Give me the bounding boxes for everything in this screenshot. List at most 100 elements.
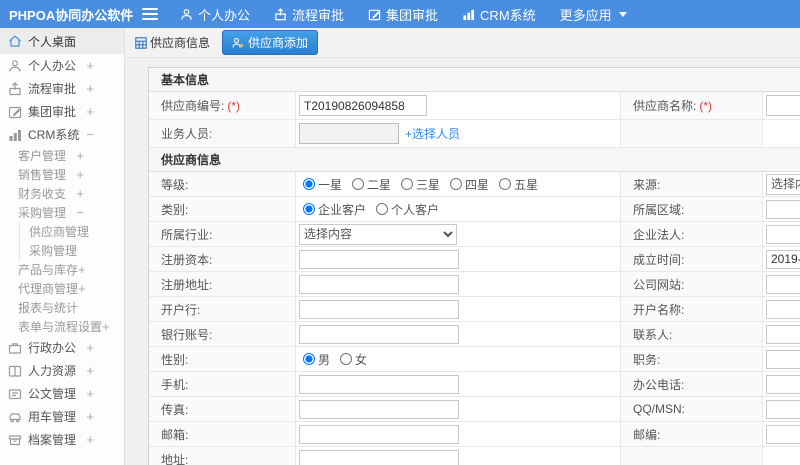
sidebar-subitem-label: 产品与库存	[18, 263, 79, 277]
account-name-input[interactable]	[766, 299, 800, 319]
gender-radio-female[interactable]: 女	[340, 351, 367, 368]
expand-plus-icon[interactable]: +	[76, 168, 84, 181]
field-label: 企业法人:	[633, 227, 685, 242]
nav-item-more-apps[interactable]: 更多应用	[560, 5, 627, 24]
fax-input[interactable]	[299, 399, 459, 419]
expand-plus-icon[interactable]: +	[86, 410, 94, 423]
radio-input[interactable]	[303, 178, 315, 190]
tab-supplier-add-active[interactable]: 供应商添加	[222, 30, 319, 55]
sidebar-subitem-finance[interactable]: 财务收支 +	[0, 184, 124, 203]
nav-item-group-approval[interactable]: 集团审批	[368, 5, 438, 24]
fax-label: 传真:	[149, 397, 296, 421]
sidebar-subitem-purchase-mgmt[interactable]: 采购管理 −	[0, 203, 124, 222]
region-input[interactable]	[766, 199, 800, 219]
nav-item-process-approval[interactable]: 流程审批	[274, 5, 344, 24]
expand-plus-icon[interactable]: +	[102, 320, 110, 333]
nav-item-personal-office[interactable]: 个人办公	[180, 5, 250, 24]
bank-input[interactable]	[299, 299, 459, 319]
source-select[interactable]: 选择内容	[766, 173, 800, 195]
nav-item-crm-system[interactable]: CRM系统	[462, 5, 536, 24]
sidebar-subitem-form-process-settings[interactable]: 表单与流程设置 +	[0, 317, 124, 336]
sidebar-subitem-agent-mgmt[interactable]: 代理商管理 +	[0, 279, 124, 298]
field-label: 邮编:	[633, 427, 661, 442]
email-input[interactable]	[299, 424, 459, 444]
radio-input[interactable]	[376, 203, 389, 215]
tab-supplier-info-list[interactable]: 供应商信息	[135, 34, 210, 51]
radio-input[interactable]	[303, 353, 315, 365]
radio-label: 个人客户	[391, 202, 440, 217]
choose-person-link[interactable]: +选择人员	[405, 125, 460, 142]
radio-input[interactable]	[499, 178, 512, 190]
sidebar-item-administration[interactable]: 行政办公 +	[0, 336, 124, 359]
office-phone-input[interactable]	[766, 374, 800, 394]
category-radio-personal[interactable]: 个人客户	[376, 201, 439, 218]
expand-plus-icon[interactable]: +	[78, 282, 86, 295]
radio-input[interactable]	[450, 178, 463, 190]
sidebar-item-personal-desktop[interactable]: 个人桌面	[0, 28, 124, 54]
expand-plus-icon[interactable]: +	[78, 263, 86, 276]
qq-msn-input[interactable]	[766, 399, 800, 419]
registered-capital-input[interactable]	[299, 249, 459, 269]
level-radio-1star[interactable]: 一星	[303, 176, 342, 193]
industry-select[interactable]: 选择内容	[299, 223, 457, 245]
expand-minus-icon[interactable]: −	[76, 206, 84, 219]
level-radio-5star[interactable]: 五星	[499, 176, 538, 193]
radio-input[interactable]	[303, 203, 315, 215]
bank-account-input[interactable]	[299, 324, 459, 344]
category-radio-enterprise[interactable]: 企业客户	[303, 201, 366, 218]
zip-input[interactable]	[766, 424, 800, 444]
sidebar-item-human-resources[interactable]: 人力资源 +	[0, 359, 124, 382]
expand-minus-icon[interactable]: −	[86, 128, 94, 141]
address-input[interactable]	[299, 449, 459, 465]
level-radio-2star[interactable]: 二星	[352, 176, 391, 193]
gender-radio-male[interactable]: 男	[303, 351, 330, 368]
founded-date-cell	[763, 247, 800, 271]
sidebar-subitem-reports[interactable]: 报表与统计	[0, 298, 124, 317]
expand-plus-icon[interactable]: +	[86, 364, 94, 377]
sidebar-subitem-sales-mgmt[interactable]: 销售管理 +	[0, 165, 124, 184]
registered-address-label: 注册地址:	[149, 272, 296, 296]
expand-plus-icon[interactable]: +	[76, 149, 84, 162]
sidebar-item-crm-system[interactable]: CRM系统 −	[0, 123, 124, 146]
radio-label: 四星	[465, 177, 490, 192]
registered-address-input[interactable]	[299, 274, 459, 294]
position-input[interactable]	[766, 349, 800, 369]
sidebar-item-vehicle-mgmt[interactable]: 用车管理 +	[0, 405, 124, 428]
supplier-name-input[interactable]	[766, 95, 800, 116]
founded-date-input[interactable]	[766, 249, 800, 269]
website-input[interactable]	[766, 274, 800, 294]
radio-input[interactable]	[401, 178, 414, 190]
expand-plus-icon[interactable]: +	[86, 105, 94, 118]
level-radio-4star[interactable]: 四星	[450, 176, 489, 193]
crm-submenu: 客户管理 + 销售管理 + 财务收支 + 采购管理 − 供应商管理 采购管理 产…	[0, 146, 124, 336]
radio-label: 三星	[416, 177, 441, 192]
sidebar-subitem-customer-mgmt[interactable]: 客户管理 +	[0, 146, 124, 165]
expand-plus-icon[interactable]: +	[86, 433, 94, 446]
sidebar-item-document-mgmt[interactable]: 公文管理 +	[0, 382, 124, 405]
sidebar-subitem-supplier-mgmt[interactable]: 供应商管理	[20, 222, 124, 241]
expand-plus-icon[interactable]: +	[86, 59, 94, 72]
mobile-input[interactable]	[299, 374, 459, 394]
expand-plus-icon[interactable]: +	[86, 341, 94, 354]
sidebar-item-process-approval[interactable]: 流程审批 +	[0, 77, 124, 100]
level-radio-3star[interactable]: 三星	[401, 176, 440, 193]
sidebar-subitem-purchasing[interactable]: 采购管理	[20, 241, 124, 260]
sales-person-input[interactable]	[299, 123, 399, 144]
radio-input[interactable]	[352, 178, 365, 190]
supplier-code-input[interactable]	[299, 95, 427, 116]
sidebar-subitem-product-inventory[interactable]: 产品与库存 +	[0, 260, 124, 279]
sidebar-item-archive-mgmt[interactable]: 档案管理 +	[0, 428, 124, 451]
form-row: 注册地址: 公司网站:	[149, 272, 800, 297]
expand-plus-icon[interactable]: +	[76, 187, 84, 200]
chart-icon	[8, 128, 22, 142]
expand-plus-icon[interactable]: +	[86, 82, 94, 95]
legal-person-input[interactable]	[766, 224, 800, 244]
radio-input[interactable]	[340, 353, 353, 365]
contact-input[interactable]	[766, 324, 800, 344]
expand-plus-icon[interactable]: +	[86, 387, 94, 400]
sidebar-item-group-approval[interactable]: 集团审批 +	[0, 100, 124, 123]
hamburger-menu-icon[interactable]	[142, 8, 158, 20]
sidebar-item-personal-office[interactable]: 个人办公 +	[0, 54, 124, 77]
sidebar-item-label: 行政办公	[28, 341, 77, 355]
account-name-cell	[763, 297, 800, 321]
